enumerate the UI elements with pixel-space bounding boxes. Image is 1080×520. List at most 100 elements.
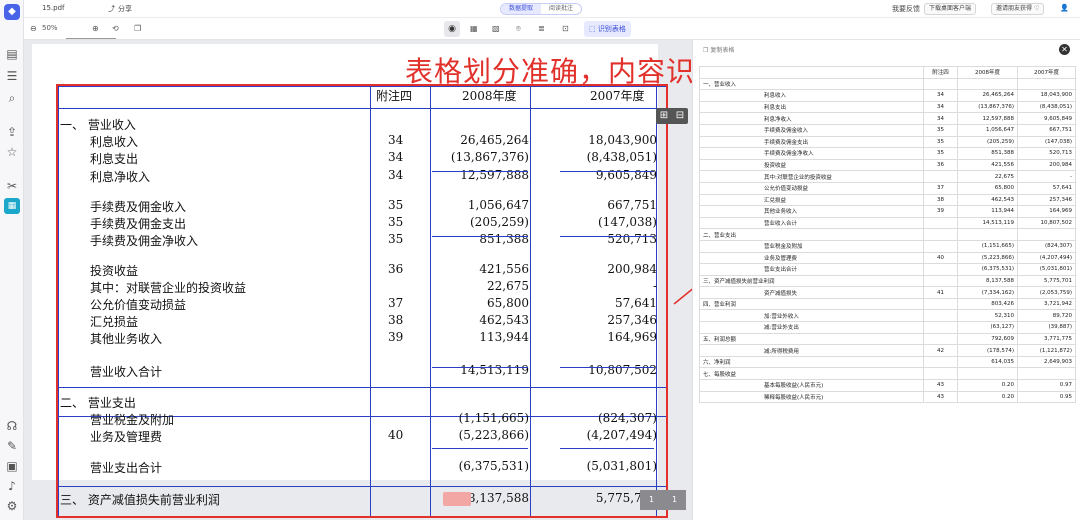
share-button[interactable]: 分享 xyxy=(118,4,132,14)
table-row[interactable]: 资产减值损失 41 (7,334,162) (2,053,759) xyxy=(699,286,1076,299)
settings-icon[interactable]: ⚙ xyxy=(4,498,20,514)
cell-label: 基本每股收益(人民币元) xyxy=(699,379,924,392)
table-row[interactable]: 公允价值变动损益 37 65,800 57,641 xyxy=(699,181,1076,195)
tab-data-extract[interactable]: 数据提取 xyxy=(501,4,542,14)
cell-label: 利息净收入 xyxy=(699,112,924,125)
copy-table-button[interactable]: ❐ 复制表格 xyxy=(703,45,734,54)
table-detection-box[interactable] xyxy=(56,84,668,518)
invite-button[interactable]: 邀请朋友获得 ♡ xyxy=(991,3,1045,15)
search-icon[interactable]: ⌕ xyxy=(4,90,20,106)
list-icon[interactable]: ☰ xyxy=(4,68,20,84)
file-name[interactable]: 15.pdf xyxy=(42,4,64,12)
table-row[interactable]: 投资收益 36 421,556 200,984 xyxy=(699,158,1076,172)
table-row[interactable]: 其中:对联营企业的投资收益 22,675- xyxy=(699,170,1076,183)
zoom-out-icon[interactable]: ⊖ xyxy=(30,23,37,35)
cell-label: 手续费及佣金支出 xyxy=(699,135,924,149)
eye-icon[interactable]: ◉ xyxy=(444,21,460,37)
cell-note: 35 xyxy=(923,135,958,149)
table-split-icon[interactable]: ▧ xyxy=(492,23,500,35)
recognize-table-button[interactable]: ⬚ 识别表格 xyxy=(584,21,631,37)
tab-read-annotate[interactable]: 阅读批注 xyxy=(541,4,581,14)
table-row[interactable]: 其他业务收入 39 113,944 164,969 xyxy=(699,205,1076,218)
cell-label: 其他业务收入 xyxy=(699,205,924,218)
table-row[interactable]: 二、营业支出 xyxy=(699,228,1076,241)
rotate-icon[interactable]: ⟲ xyxy=(112,23,119,35)
merge-cells-icon[interactable]: ⊞ xyxy=(656,108,672,124)
star-icon[interactable]: ☆ xyxy=(4,144,20,160)
cell-label: 二、营业支出 xyxy=(699,228,924,241)
split-cells-icon[interactable]: ⊟ xyxy=(672,108,688,124)
cell-2007: 9,605,849 xyxy=(1017,112,1076,125)
cell-2008: 65,800 xyxy=(957,181,1018,195)
scissors-icon[interactable]: ✂ xyxy=(4,178,20,194)
mode-switch: 数据提取 阅读批注 xyxy=(500,3,583,15)
table-select-icon[interactable]: ▦ xyxy=(470,23,478,35)
cell-note: 40 xyxy=(923,251,958,265)
cell-2008: 113,944 xyxy=(957,205,1018,218)
table-row[interactable]: 六、净利润 614,035 2,649,903 xyxy=(699,355,1076,369)
cell-2007: (1,121,872) xyxy=(1017,344,1076,357)
table-row[interactable]: 稀释每股收益(人民币元) 43 0.20 0.95 xyxy=(699,390,1076,404)
cell-2007: (5,031,801) xyxy=(1017,263,1076,276)
table-row[interactable]: 手续费及佣金支出 35 (205,259) (147,038) xyxy=(699,135,1076,149)
app-logo-icon[interactable]: ◆ xyxy=(4,4,20,20)
page-indicator: 1 1 xyxy=(640,490,686,510)
feedback-link[interactable]: 我要反馈 xyxy=(892,4,920,14)
user-icon[interactable]: 👤 xyxy=(1060,4,1069,12)
cell-2008: 792,609 xyxy=(957,332,1018,346)
save-icon[interactable]: ▣ xyxy=(4,458,20,474)
result-panel: ❐ 复制表格 ✕ 附注四 2008年度 2007年度 一、营业收入 利息收入 34 26,4… xyxy=(692,40,1080,520)
table-row[interactable]: 三、资产减值损失前营业利润 8,137,588 5,775,701 xyxy=(699,274,1076,288)
table-row[interactable]: 手续费及佣金净收入 35 851,388 520,713 xyxy=(699,147,1076,160)
table-row[interactable]: 手续费及佣金收入 35 1,056,647 667,751 xyxy=(699,123,1076,137)
export-icon[interactable]: ⇪ xyxy=(4,124,20,140)
cell-2007: 3,721,942 xyxy=(1017,297,1076,311)
cell-2008 xyxy=(957,228,1018,241)
table-actions: ⊞ ⊟ xyxy=(656,108,688,124)
table-row[interactable]: 业务及管理费 40 (5,223,866) (4,207,494) xyxy=(699,251,1076,265)
table-row[interactable]: 营业支出合计 (6,375,531) (5,031,801) xyxy=(699,263,1076,276)
table-row[interactable]: 利息净收入 34 12,597,888 9,605,849 xyxy=(699,112,1076,125)
table-row[interactable]: 五、利润总额 792,609 3,771,775 xyxy=(699,332,1076,346)
cell-label: 稀释每股收益(人民币元) xyxy=(699,390,924,404)
table-row[interactable]: 四、营业利润 803,426 3,721,942 xyxy=(699,297,1076,311)
download-client-button[interactable]: 下载桌面客户端 xyxy=(924,3,977,15)
copy-icon[interactable]: ❐ xyxy=(134,23,141,35)
zoom-level[interactable]: 50% xyxy=(42,24,58,32)
table-row[interactable]: 营业税金及附加 (1,151,665) (824,307) xyxy=(699,239,1076,253)
cell-label: 营业收入合计 xyxy=(699,216,924,230)
cell-2008: 851,388 xyxy=(957,147,1018,160)
cell-label: 减:所得税费用 xyxy=(699,344,924,357)
table-row[interactable]: 汇兑损益 38 462,543 257,346 xyxy=(699,193,1076,207)
scan-icon[interactable]: ⊡ xyxy=(562,23,569,35)
zoom-slider[interactable] xyxy=(66,38,116,39)
table-tool-icon[interactable]: ▦ xyxy=(4,198,20,214)
cell-label: 七、每股收益 xyxy=(699,367,924,381)
table-row[interactable]: 营业收入合计 14,513,119 10,807,502 xyxy=(699,216,1076,230)
note-icon[interactable]: ✎ xyxy=(4,438,20,454)
table-row[interactable]: 七、每股收益 xyxy=(699,367,1076,381)
table-row[interactable]: 减:营业外支出 (63,127) (39,887) xyxy=(699,321,1076,334)
file-icon[interactable]: ▤ xyxy=(4,46,20,62)
camera-icon[interactable]: ⌾ xyxy=(516,23,521,35)
cell-2008: (5,223,866) xyxy=(957,251,1018,265)
cell-note xyxy=(923,274,958,288)
table-row[interactable]: 基本每股收益(人民币元) 43 0.20 0.97 xyxy=(699,379,1076,392)
table-row[interactable]: 利息收入 34 26,465,264 18,043,900 xyxy=(699,89,1076,102)
cell-2007: 200,984 xyxy=(1017,158,1076,172)
cell-note: 43 xyxy=(923,379,958,392)
cell-2007: 89,720 xyxy=(1017,309,1076,323)
table-row[interactable]: 利息支出 34 (13,867,376) (8,438,051) xyxy=(699,100,1076,114)
current-page[interactable]: 1 xyxy=(640,490,663,510)
lines-icon[interactable]: ≣ xyxy=(538,23,545,35)
support-icon[interactable]: ☊ xyxy=(4,418,20,434)
close-icon[interactable]: ✕ xyxy=(1059,44,1070,55)
cell-note: 41 xyxy=(923,286,958,299)
table-row[interactable]: 一、营业收入 xyxy=(699,77,1076,91)
share-icon[interactable]: ⤴ xyxy=(108,4,115,14)
table-row[interactable]: 加:营业外收入 52,310 89,720 xyxy=(699,309,1076,323)
table-row[interactable]: 减:所得税费用 42 (178,574) (1,121,872) xyxy=(699,344,1076,357)
sound-icon[interactable]: ♪ xyxy=(4,478,20,494)
cell-note: 35 xyxy=(923,147,958,160)
zoom-in-icon[interactable]: ⊕ xyxy=(92,23,99,35)
